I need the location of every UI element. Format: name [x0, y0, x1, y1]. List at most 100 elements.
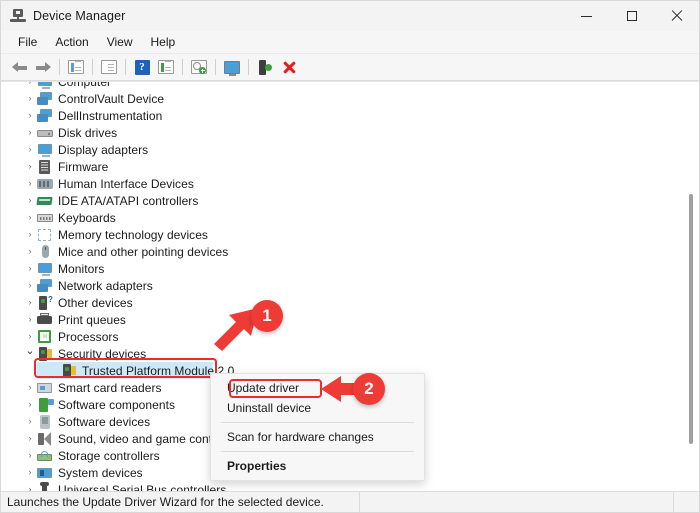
context-menu: Update driver Uninstall device Scan for ha…	[210, 373, 425, 481]
status-text: Launches the Update Driver Wizard for th…	[7, 495, 324, 509]
update-driver-button[interactable]	[154, 56, 178, 78]
chevron-down-icon[interactable]: ⌄	[23, 346, 37, 357]
menu-view[interactable]: View	[98, 33, 142, 51]
tree-row[interactable]: Trusted Platform Module 2.0	[37, 362, 234, 379]
vertical-scrollbar[interactable]	[685, 84, 697, 489]
chevron-right-icon[interactable]: ›	[23, 247, 37, 256]
print-queue-icon	[37, 313, 53, 327]
tree-row-label: Processors	[58, 329, 119, 344]
tree-row-label: Universal Serial Bus controllers	[58, 482, 227, 492]
tree-row-label: Smart card readers	[58, 380, 162, 395]
uninstall-device-button[interactable]	[277, 56, 301, 78]
tree-row-label: Network adapters	[58, 278, 153, 293]
firmware-icon	[37, 159, 53, 174]
tree-row[interactable]: › Keyboards	[1, 209, 699, 226]
forward-arrow-icon	[35, 61, 51, 73]
help-button[interactable]: ?	[130, 56, 154, 78]
sound-video-game-icon	[37, 431, 53, 446]
chevron-right-icon[interactable]: ›	[23, 111, 37, 120]
tree-row[interactable]: › Display adapters	[1, 141, 699, 158]
chevron-right-icon[interactable]: ›	[23, 315, 37, 324]
annotation-badge-one: 1	[251, 300, 283, 332]
controlvault-icon	[37, 91, 53, 106]
context-menu-item[interactable]: Uninstall device	[211, 398, 424, 418]
tree-row[interactable]: › Processors	[1, 328, 699, 345]
chevron-right-icon[interactable]: ›	[23, 417, 37, 426]
tree-row[interactable]: › Print queues	[1, 311, 699, 328]
chevron-right-icon[interactable]: ›	[23, 82, 37, 86]
chevron-right-icon[interactable]: ›	[23, 468, 37, 477]
menu-action[interactable]: Action	[46, 33, 97, 51]
tree-row[interactable]: › Mice and other pointing devices	[1, 243, 699, 260]
forward-button[interactable]	[31, 56, 55, 78]
chevron-right-icon[interactable]: ›	[23, 434, 37, 443]
tree-row[interactable]: › DellInstrumentation	[1, 107, 699, 124]
chevron-right-icon[interactable]: ›	[23, 383, 37, 392]
chevron-right-icon[interactable]: ›	[23, 230, 37, 239]
tree-row-label: Human Interface Devices	[58, 176, 194, 191]
device-tree-panel: › Computer › ControlVault Device › DellInstru…	[1, 81, 699, 491]
tree-row[interactable]: › Computer	[1, 82, 699, 90]
scan-hardware-changes-button[interactable]	[187, 56, 211, 78]
display-button[interactable]	[220, 56, 244, 78]
toolbar-separator	[92, 59, 93, 75]
enable-device-button[interactable]	[253, 56, 277, 78]
tree-row[interactable]: › Memory technology devices	[1, 226, 699, 243]
context-menu-item[interactable]: Properties	[211, 456, 424, 476]
context-menu-item[interactable]: Scan for hardware changes	[211, 427, 424, 447]
chevron-right-icon[interactable]: ›	[23, 213, 37, 222]
tree-row[interactable]: › Human Interface Devices	[1, 175, 699, 192]
tree-row-label: Print queues	[58, 312, 126, 327]
chevron-right-icon[interactable]: ›	[23, 94, 37, 103]
back-button[interactable]	[7, 56, 31, 78]
close-button[interactable]	[654, 1, 699, 31]
chevron-right-icon[interactable]: ›	[23, 264, 37, 273]
uninstall-device-icon	[282, 60, 297, 75]
tree-row-label: Monitors	[58, 261, 105, 276]
tree-row[interactable]: › Firmware	[1, 158, 699, 175]
window-controls	[564, 1, 699, 31]
chevron-right-icon[interactable]: ›	[23, 196, 37, 205]
menu-file[interactable]: File	[9, 33, 46, 51]
chevron-right-icon[interactable]: ›	[23, 281, 37, 290]
tree-row[interactable]: › Network adapters	[1, 277, 699, 294]
keyboard-icon	[37, 211, 53, 225]
toolbar-separator	[248, 59, 249, 75]
hid-icon	[37, 177, 53, 191]
properties-button[interactable]	[97, 56, 121, 78]
chevron-right-icon[interactable]: ›	[23, 179, 37, 188]
tree-row[interactable]: ⌄ Security devices	[1, 345, 699, 362]
chevron-right-icon[interactable]: ›	[23, 128, 37, 137]
context-menu-item[interactable]: Update driver	[211, 378, 424, 398]
status-divider	[359, 492, 360, 512]
chevron-right-icon[interactable]: ›	[23, 451, 37, 460]
show-hidden-devices-icon	[68, 60, 84, 74]
menu-help[interactable]: Help	[142, 33, 185, 51]
tree-row[interactable]: ›? Other devices	[1, 294, 699, 311]
smart-card-reader-icon	[37, 381, 53, 395]
chevron-right-icon[interactable]: ›	[23, 332, 37, 341]
chevron-right-icon[interactable]: ›	[23, 298, 37, 307]
tree-row-label: Display adapters	[58, 142, 149, 157]
scan-hardware-changes-icon	[191, 60, 207, 74]
tree-row[interactable]: › ControlVault Device	[1, 90, 699, 107]
display-icon	[224, 60, 240, 76]
chevron-right-icon[interactable]: ›	[23, 162, 37, 171]
scrollbar-thumb[interactable]	[689, 194, 693, 444]
disk-drive-icon	[37, 126, 53, 140]
tree-row[interactable]: › Monitors	[1, 260, 699, 277]
chevron-right-icon[interactable]: ›	[23, 145, 37, 154]
device-manager-window: Device Manager File Action View Help ? ›…	[0, 0, 700, 513]
tree-row[interactable]: › IDE ATA/ATAPI controllers	[1, 192, 699, 209]
tree-row[interactable]: › Disk drives	[1, 124, 699, 141]
tree-row-label: DellInstrumentation	[58, 108, 163, 123]
maximize-icon	[626, 11, 637, 21]
maximize-button[interactable]	[609, 1, 654, 31]
show-hidden-devices-button[interactable]	[64, 56, 88, 78]
tree-row[interactable]: › Universal Serial Bus controllers	[1, 481, 699, 491]
chevron-right-icon[interactable]: ›	[23, 400, 37, 409]
close-icon	[671, 10, 683, 22]
minimize-button[interactable]	[564, 1, 609, 31]
storage-controller-icon	[37, 449, 53, 463]
tree-row-label: Firmware	[58, 159, 109, 174]
